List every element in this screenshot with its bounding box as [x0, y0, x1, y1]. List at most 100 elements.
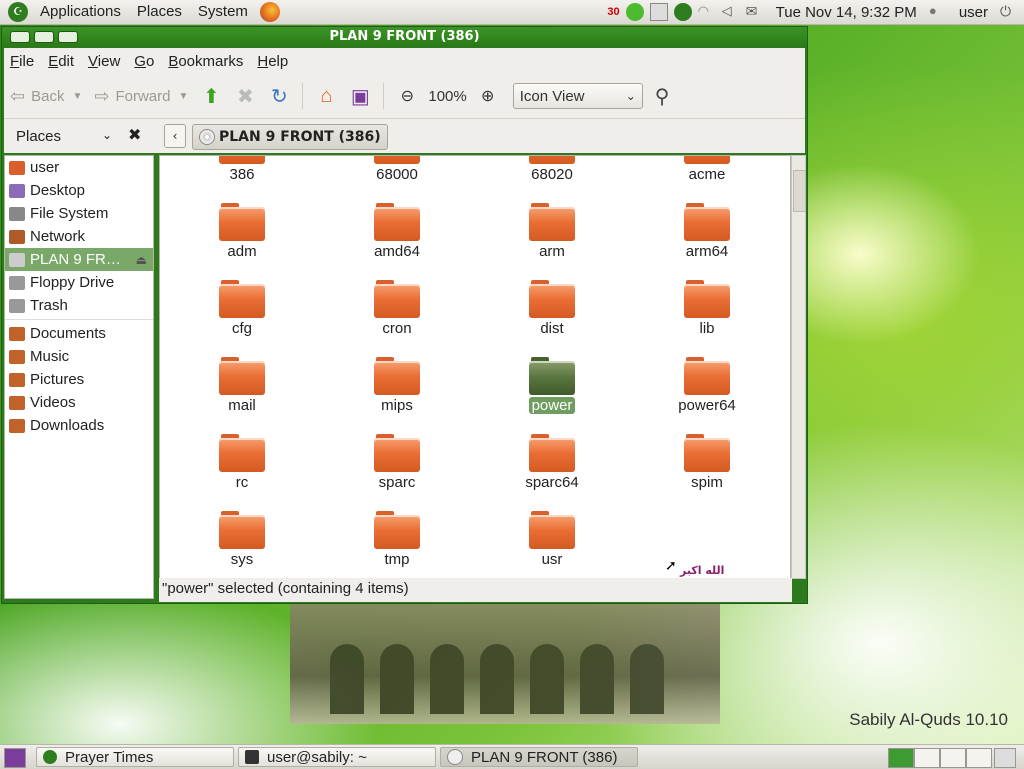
user-menu[interactable]: user — [953, 4, 994, 21]
harddisk-icon — [9, 206, 25, 221]
workspace-1[interactable] — [888, 748, 914, 768]
chevron-down-icon[interactable]: ▼ — [178, 91, 188, 102]
back-button[interactable]: ⇦ Back ▼ — [4, 86, 88, 107]
sidebar-item-home[interactable]: user — [5, 156, 153, 179]
folder-item[interactable]: mips — [337, 357, 457, 414]
taskbar-item-file-manager[interactable]: PLAN 9 FRONT (386) — [440, 747, 638, 767]
places-menu[interactable]: Places — [129, 0, 190, 24]
prayer-times-icon[interactable] — [673, 3, 692, 21]
messaging-icon[interactable]: ● — [929, 3, 947, 21]
workspace-3[interactable] — [940, 748, 966, 768]
folder-item[interactable]: cfg — [182, 280, 302, 337]
folder-label: mips — [381, 397, 413, 414]
computer-button[interactable]: ▣ — [347, 83, 373, 109]
sidebar-title[interactable]: Places — [16, 128, 61, 145]
chevron-down-icon[interactable]: ▼ — [72, 91, 82, 102]
folder-item[interactable]: 68000 — [337, 156, 457, 183]
calendar-badge-icon[interactable]: 30 — [607, 6, 619, 18]
folder-item[interactable]: 386 — [182, 156, 302, 183]
trash-applet-icon[interactable] — [994, 748, 1016, 768]
mail-icon[interactable]: ✉ — [746, 3, 764, 21]
sidebar-item-videos-folder[interactable]: Videos — [5, 391, 153, 414]
sidebar-item-documents-folder[interactable]: Documents — [5, 322, 153, 345]
folder-item[interactable]: rc — [182, 434, 302, 491]
menu-help[interactable]: Help — [251, 53, 294, 70]
chat-icon[interactable] — [625, 3, 644, 21]
folder-icon — [529, 434, 575, 472]
folder-item[interactable]: power — [492, 357, 612, 414]
taskbar-item-terminal[interactable]: user@sabily: ~ — [238, 747, 436, 767]
folder-item[interactable]: acme — [647, 156, 767, 183]
chevron-down-icon[interactable]: ⌄ — [102, 128, 112, 142]
applications-menu[interactable]: Applications — [32, 0, 129, 24]
clock[interactable]: Tue Nov 14, 9:32 PM — [770, 4, 923, 21]
window-titlebar[interactable]: PLAN 9 FRONT (386) — [2, 27, 807, 47]
clipboard-icon[interactable] — [649, 3, 668, 21]
sidebar-item-desktop[interactable]: Desktop — [5, 179, 153, 202]
path-button-current[interactable]: PLAN 9 FRONT (386) — [192, 124, 388, 150]
forward-button[interactable]: ⇨ Forward ▼ — [88, 86, 194, 107]
menu-view[interactable]: View — [82, 53, 126, 70]
folder-item[interactable]: sparc64 — [492, 434, 612, 491]
menu-bookmarks[interactable]: Bookmarks — [162, 53, 249, 70]
folder-item[interactable]: usr — [492, 511, 612, 568]
sidebar-item-music-folder[interactable]: Music — [5, 345, 153, 368]
up-button[interactable]: ⬆ — [198, 83, 224, 109]
folder-item[interactable]: sparc — [337, 434, 457, 491]
sidebar-item-downloads-folder[interactable]: Downloads — [5, 414, 153, 437]
power-icon[interactable]: ⏻ — [1000, 3, 1018, 21]
folder-label: sparc — [378, 474, 416, 491]
workspace-4[interactable] — [966, 748, 992, 768]
sidebar-item-harddisk[interactable]: File System — [5, 202, 153, 225]
stop-button[interactable]: ✖ — [232, 83, 258, 109]
folder-item[interactable]: power64 — [647, 357, 767, 414]
search-icon[interactable]: ⚲ — [655, 84, 670, 109]
folder-item[interactable]: dist — [492, 280, 612, 337]
folder-item[interactable]: arm64 — [647, 203, 767, 260]
zoom-level[interactable]: 100% — [424, 88, 470, 105]
volume-icon[interactable]: ◁ — [722, 3, 740, 21]
menu-edit[interactable]: Edit — [42, 53, 80, 70]
menu-file[interactable]: File — [4, 53, 40, 70]
folder-item[interactable]: tmp — [337, 511, 457, 568]
folder-label: adm — [227, 243, 257, 260]
sabily-logo-icon[interactable]: ☪ — [8, 2, 28, 22]
home-button[interactable]: ⌂ — [313, 83, 339, 109]
system-menu[interactable]: System — [190, 0, 256, 24]
sidebar-item-trash[interactable]: Trash — [5, 294, 153, 317]
folder-icon — [374, 280, 420, 318]
folder-item[interactable]: sys — [182, 511, 302, 568]
workspace-2[interactable] — [914, 748, 940, 768]
taskbar-item-prayer-times[interactable]: Prayer Times — [36, 747, 234, 767]
reload-button[interactable]: ↻ — [266, 83, 292, 109]
close-sidebar-icon[interactable]: ✖ — [128, 125, 141, 144]
folder-item[interactable]: amd64 — [337, 203, 457, 260]
folder-item[interactable]: cron — [337, 280, 457, 337]
folder-item[interactable]: spim — [647, 434, 767, 491]
menu-go[interactable]: Go — [128, 53, 160, 70]
sidebar-item-floppy[interactable]: Floppy Drive — [5, 271, 153, 294]
eject-icon[interactable]: ⏏ — [136, 253, 147, 267]
firefox-launcher-icon[interactable] — [259, 2, 280, 22]
sidebar-item-network[interactable]: Network — [5, 225, 153, 248]
folder-item[interactable]: arm — [492, 203, 612, 260]
sidebar-item-label: Floppy Drive — [30, 274, 115, 291]
toolbar-separator — [302, 83, 304, 109]
view-mode-select[interactable]: Icon View ⌄ — [512, 83, 643, 109]
zoom-out-button[interactable]: ⊖ — [394, 83, 420, 109]
folder-item[interactable]: lib — [647, 280, 767, 337]
sidebar-item-pictures-folder[interactable]: Pictures — [5, 368, 153, 391]
folder-item[interactable]: adm — [182, 203, 302, 260]
pane-resize-handle[interactable] — [154, 155, 158, 597]
scrollbar-thumb[interactable] — [793, 170, 806, 212]
folder-item[interactable]: 68020 — [492, 156, 612, 183]
folder-item[interactable]: mail — [182, 357, 302, 414]
vertical-scrollbar[interactable] — [791, 155, 806, 579]
sidebar-item-cdrom[interactable]: PLAN 9 FR… ⏏ — [5, 248, 153, 271]
sidebar-item-label: user — [30, 159, 60, 176]
wifi-icon[interactable]: ◠ — [698, 3, 716, 21]
path-back-arrow-icon[interactable]: ‹ — [164, 124, 186, 148]
show-desktop-icon[interactable] — [4, 748, 26, 768]
sidebar-item-label: Desktop — [30, 182, 86, 199]
zoom-in-button[interactable]: ⊕ — [475, 83, 501, 109]
